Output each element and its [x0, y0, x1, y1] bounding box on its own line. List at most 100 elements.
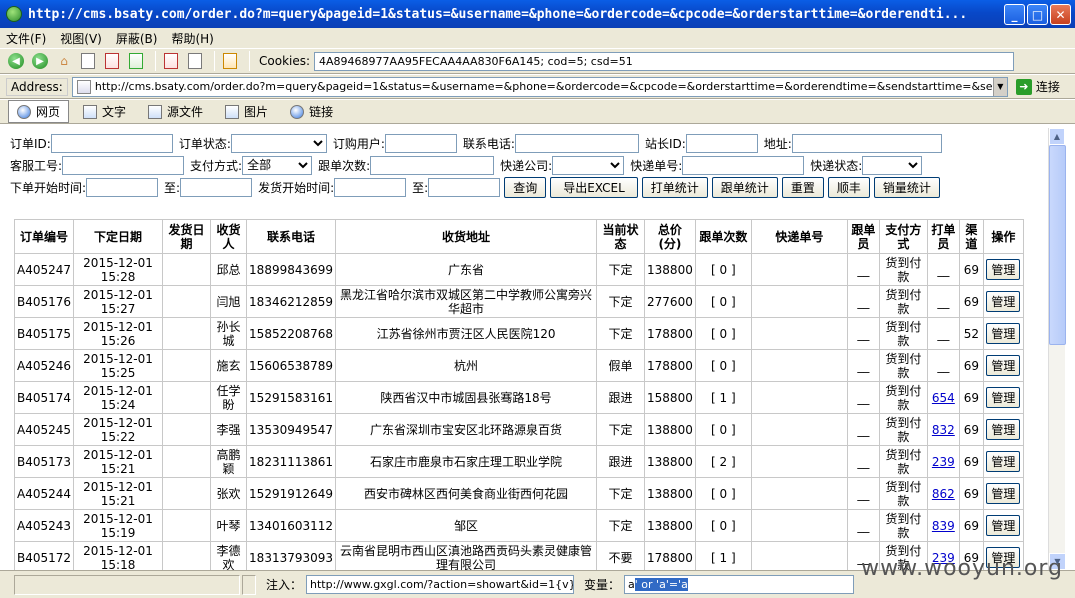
close-button[interactable]: ✕: [1050, 4, 1071, 25]
print-stats-button[interactable]: 打单统计: [641, 176, 708, 198]
refresh-icon: [129, 53, 143, 69]
cell-price: 277600: [644, 285, 696, 318]
ship-end-input[interactable]: [428, 177, 501, 197]
tab-source[interactable]: 源文件: [140, 101, 211, 122]
scroll-up-icon[interactable]: ▲: [1049, 128, 1065, 145]
address-input[interactable]: http://cms.bsaty.com/order.do?m=query&pa…: [71, 76, 1008, 97]
manage-button[interactable]: 管理: [986, 259, 1021, 280]
forward-button[interactable]: ▶: [30, 51, 50, 71]
table-row: A405245 2015-12-01 15:22 李强 13530949547 广东省深…: [13, 413, 1024, 446]
sf-express-button[interactable]: 顺丰: [827, 176, 870, 198]
manage-button[interactable]: 管理: [986, 355, 1021, 376]
cookies-field[interactable]: 4A89468977AA95FECAA4AA830F6A145; cod=5; …: [314, 51, 1015, 71]
printer-link[interactable]: 862: [932, 487, 955, 501]
order-user-input[interactable]: [384, 133, 457, 153]
cell-order-date: 2015-12-01 15:21: [73, 477, 164, 510]
inject-input[interactable]: http://www.gxgl.com/?action=showart&id=1…: [306, 575, 575, 594]
cell-printer: __: [926, 285, 960, 318]
station-id-input[interactable]: [685, 133, 758, 153]
vertical-scrollbar[interactable]: ▲ ▼: [1048, 128, 1066, 570]
cell-courier-no: [750, 413, 848, 446]
cell-price: 138800: [644, 445, 696, 478]
tab-links[interactable]: 链接: [282, 101, 341, 122]
filter-row-2: 客服工号: 支付方式: 全部 跟单次数: 快递公司: 快递单号: 快递状态:: [10, 154, 1045, 176]
printer-link[interactable]: 839: [932, 519, 955, 533]
home-button[interactable]: ⌂: [54, 51, 74, 71]
menu-block[interactable]: 屏蔽(B): [116, 30, 158, 47]
scroll-thumb[interactable]: [1049, 145, 1066, 345]
tab-webpage[interactable]: 网页: [8, 100, 70, 123]
courier-no-input[interactable]: [682, 155, 805, 175]
service-no-input[interactable]: [62, 155, 185, 175]
phone-input[interactable]: [514, 133, 639, 153]
reset-button[interactable]: 重置: [781, 176, 824, 198]
orders-table: 订单编号 下定日期 发货日期 收货人 联系电话 收货地址 当前状态 总价(分) …: [13, 219, 1024, 570]
variable-input[interactable]: a' or 'a'='a: [624, 575, 855, 594]
lock-button[interactable]: [220, 51, 240, 71]
sales-stats-button[interactable]: 销量统计: [873, 176, 940, 198]
query-button[interactable]: 查询: [504, 176, 547, 198]
tab-images[interactable]: 图片: [217, 101, 276, 122]
save-icon: [164, 53, 178, 69]
cell-order-id: B405175: [13, 317, 75, 350]
cell-status: 假单: [596, 349, 646, 382]
menu-help[interactable]: 帮助(H): [171, 30, 213, 47]
order-id-input[interactable]: [50, 133, 173, 153]
table-row: A405243 2015-12-01 15:19 叶琴 13401603112 邹区 下定…: [13, 509, 1024, 542]
order-status-select[interactable]: [230, 133, 327, 153]
cell-receiver: 李德欢: [210, 541, 248, 570]
printer-link[interactable]: 832: [932, 423, 955, 437]
cell-phone: 15606538789: [246, 349, 337, 382]
manage-button[interactable]: 管理: [986, 515, 1021, 536]
manage-button[interactable]: 管理: [986, 419, 1021, 440]
manage-button[interactable]: 管理: [986, 387, 1021, 408]
refresh-button[interactable]: [126, 51, 146, 71]
manage-button[interactable]: 管理: [986, 291, 1021, 312]
maximize-button[interactable]: □: [1027, 4, 1048, 25]
cell-order-id: A405244: [13, 477, 75, 510]
menu-file[interactable]: 文件(F): [6, 30, 46, 47]
copy-button[interactable]: [185, 51, 205, 71]
follow-stats-button[interactable]: 跟单统计: [711, 176, 778, 198]
chevron-down-icon[interactable]: ▼: [992, 77, 1007, 96]
tab-text[interactable]: 文字: [75, 101, 134, 122]
save-button[interactable]: [161, 51, 181, 71]
table-row: B405174 2015-12-01 15:24 任学盼 15291583161 陕西省…: [13, 381, 1024, 414]
back-button[interactable]: ◀: [6, 51, 26, 71]
col-printer: 打单员: [926, 219, 960, 254]
manage-button[interactable]: 管理: [986, 451, 1021, 472]
cell-price: 178800: [644, 349, 696, 382]
service-no-label: 客服工号:: [10, 158, 63, 173]
pay-method-select[interactable]: 全部: [242, 155, 313, 175]
new-page-button[interactable]: [78, 51, 98, 71]
cell-order-id: A405246: [13, 349, 75, 382]
go-button[interactable]: ➜ 连接: [1015, 78, 1060, 95]
courier-status-select[interactable]: [862, 155, 923, 175]
page-icon: [76, 79, 91, 94]
order-status-label: 订单状态:: [178, 136, 231, 151]
cell-status: 下定: [596, 317, 646, 350]
cell-channel: 52: [958, 317, 984, 350]
menu-view[interactable]: 视图(V): [60, 30, 102, 47]
stop-button[interactable]: [102, 51, 122, 71]
courier-company-select[interactable]: [552, 155, 625, 175]
follow-count-input[interactable]: [370, 155, 495, 175]
address-filter-input[interactable]: [791, 133, 942, 153]
address-label: Address:: [6, 77, 68, 96]
export-excel-button[interactable]: 导出EXCEL: [550, 176, 638, 198]
printer-link[interactable]: 239: [932, 455, 955, 469]
printer-link[interactable]: 654: [932, 391, 955, 405]
order-end-input[interactable]: [180, 177, 253, 197]
cell-price: 138800: [644, 509, 696, 542]
cell-pay-method: 货到付款: [878, 317, 928, 350]
manage-button[interactable]: 管理: [986, 323, 1021, 344]
cell-status: 下定: [596, 253, 646, 286]
minimize-button[interactable]: _: [1004, 4, 1025, 25]
cell-receiver: 闫旭: [210, 285, 248, 318]
address-bar: Address: http://cms.bsaty.com/order.do?m…: [0, 75, 1075, 99]
manage-button[interactable]: 管理: [986, 483, 1021, 504]
cell-courier-no: [750, 285, 848, 318]
variable-highlight: ' or 'a'='a: [634, 578, 688, 591]
order-start-input[interactable]: [86, 177, 159, 197]
ship-start-input[interactable]: [334, 177, 407, 197]
